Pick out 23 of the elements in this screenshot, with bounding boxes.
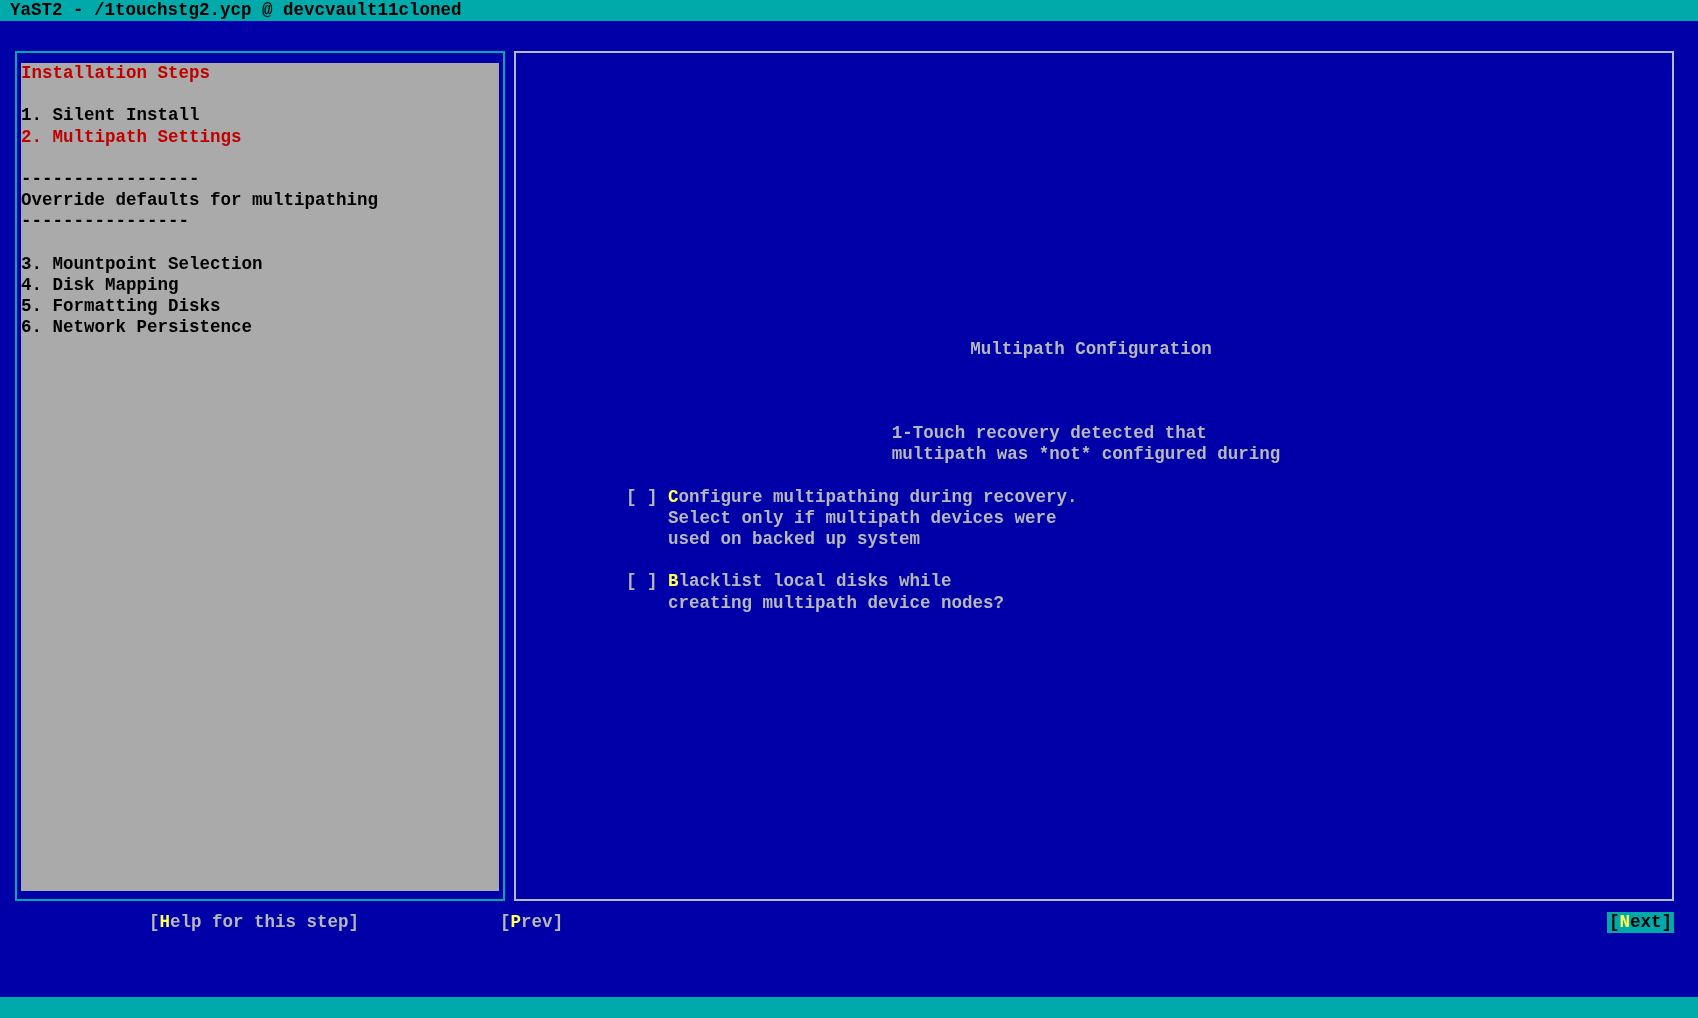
checkbox-label: Configure multipathing during recovery.	[668, 486, 1078, 508]
step-item[interactable]: 6. Network Persistence	[21, 317, 499, 339]
step-note: Override defaults for multipathing	[21, 190, 380, 212]
step-item[interactable]: 3. Mountpoint Selection	[21, 253, 499, 275]
window-title: YaST2 - /1touchstg2.ycp @ devcvault11cloned	[0, 0, 1698, 21]
checkbox-label: Select only if multipath devices were	[668, 507, 1058, 529]
dashed-rule: ----------------	[21, 211, 191, 233]
text-button[interactable]: [Help for this step]	[147, 912, 362, 934]
checkbox[interactable]: [ ]	[626, 571, 658, 593]
step-item[interactable]: 1. Silent Install	[21, 105, 499, 127]
text-button[interactable]: [Prev]	[498, 912, 566, 934]
text-button[interactable]: [Next]	[1606, 912, 1674, 934]
steps-heading: Installation Steps	[21, 63, 212, 85]
description-line: 1-Touch recovery detected that	[891, 423, 1208, 445]
checkbox-label: Blacklist local disks while	[668, 571, 953, 593]
step-item[interactable]: 5. Formatting Disks	[21, 296, 499, 318]
dashed-rule: -----------------	[21, 168, 201, 191]
step-item[interactable]: 4. Disk Mapping	[21, 274, 499, 297]
checkbox-label: creating multipath device nodes?	[668, 592, 1005, 614]
section-title: Multipath Configuration	[970, 339, 1212, 361]
checkbox-label: used on backed up system	[668, 529, 922, 551]
description-line: multipath was *not* configured during	[891, 444, 1281, 466]
checkbox[interactable]: [ ]	[626, 486, 658, 508]
